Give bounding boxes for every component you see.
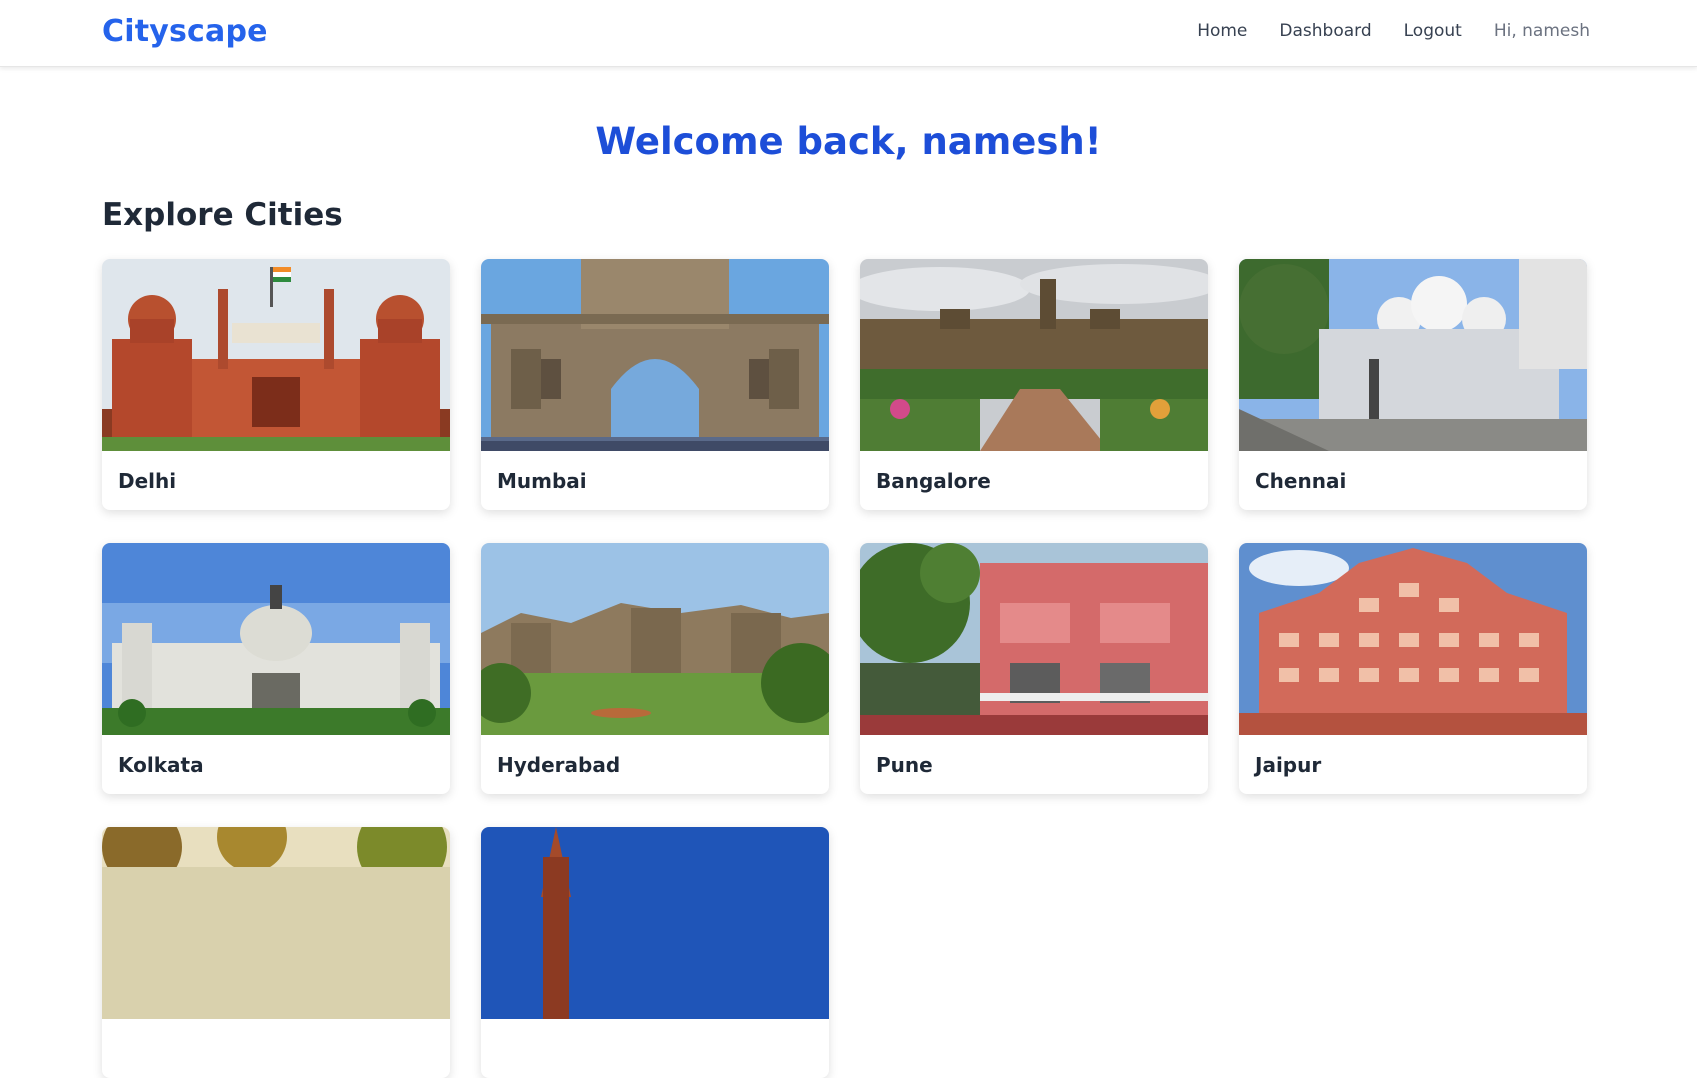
city-card-kolkata[interactable]: Kolkata <box>102 543 450 794</box>
nav-home-link[interactable]: Home <box>1197 21 1247 41</box>
city-image-chennai <box>1239 259 1587 451</box>
city-image-9 <box>102 827 450 1019</box>
city-card-mumbai[interactable]: Mumbai <box>481 259 829 510</box>
city-card-bangalore[interactable]: Bangalore <box>860 259 1208 510</box>
city-name: Mumbai <box>497 469 587 493</box>
city-name: Jaipur <box>1255 753 1322 777</box>
user-greeting: Hi, namesh <box>1493 21 1590 41</box>
city-image-kolkata <box>102 543 450 735</box>
city-card-9[interactable] <box>102 827 450 1078</box>
city-card-jaipur[interactable]: Jaipur <box>1239 543 1587 794</box>
city-image-bangalore <box>860 259 1208 451</box>
city-card-pune[interactable]: Pune <box>860 543 1208 794</box>
city-name: Hyderabad <box>497 753 621 777</box>
city-card-hyderabad[interactable]: Hyderabad <box>481 543 829 794</box>
city-name: Bangalore <box>876 469 991 493</box>
city-name: Kolkata <box>118 753 204 777</box>
city-image-10 <box>481 827 829 1019</box>
city-image-jaipur <box>1239 543 1587 735</box>
city-card-delhi[interactable]: Delhi <box>102 259 450 510</box>
city-card-10[interactable] <box>481 827 829 1078</box>
nav-links: Home Dashboard Logout Hi, namesh <box>1197 21 1590 41</box>
city-name: Chennai <box>1255 469 1347 493</box>
city-name: Delhi <box>118 469 177 493</box>
city-image-mumbai <box>481 259 829 451</box>
city-card-chennai[interactable]: Chennai <box>1239 259 1587 510</box>
nav-dashboard-link[interactable]: Dashboard <box>1279 21 1371 41</box>
welcome-heading: Welcome back, namesh! <box>595 120 1102 163</box>
city-image-delhi <box>102 259 450 451</box>
city-image-hyderabad <box>481 543 829 735</box>
section-title: Explore Cities <box>102 197 343 233</box>
nav-logout-link[interactable]: Logout <box>1404 21 1462 41</box>
navbar: Cityscape Home Dashboard Logout Hi, name… <box>0 0 1697 67</box>
brand-logo[interactable]: Cityscape <box>102 14 268 49</box>
city-name: Pune <box>876 753 933 777</box>
city-image-pune <box>860 543 1208 735</box>
